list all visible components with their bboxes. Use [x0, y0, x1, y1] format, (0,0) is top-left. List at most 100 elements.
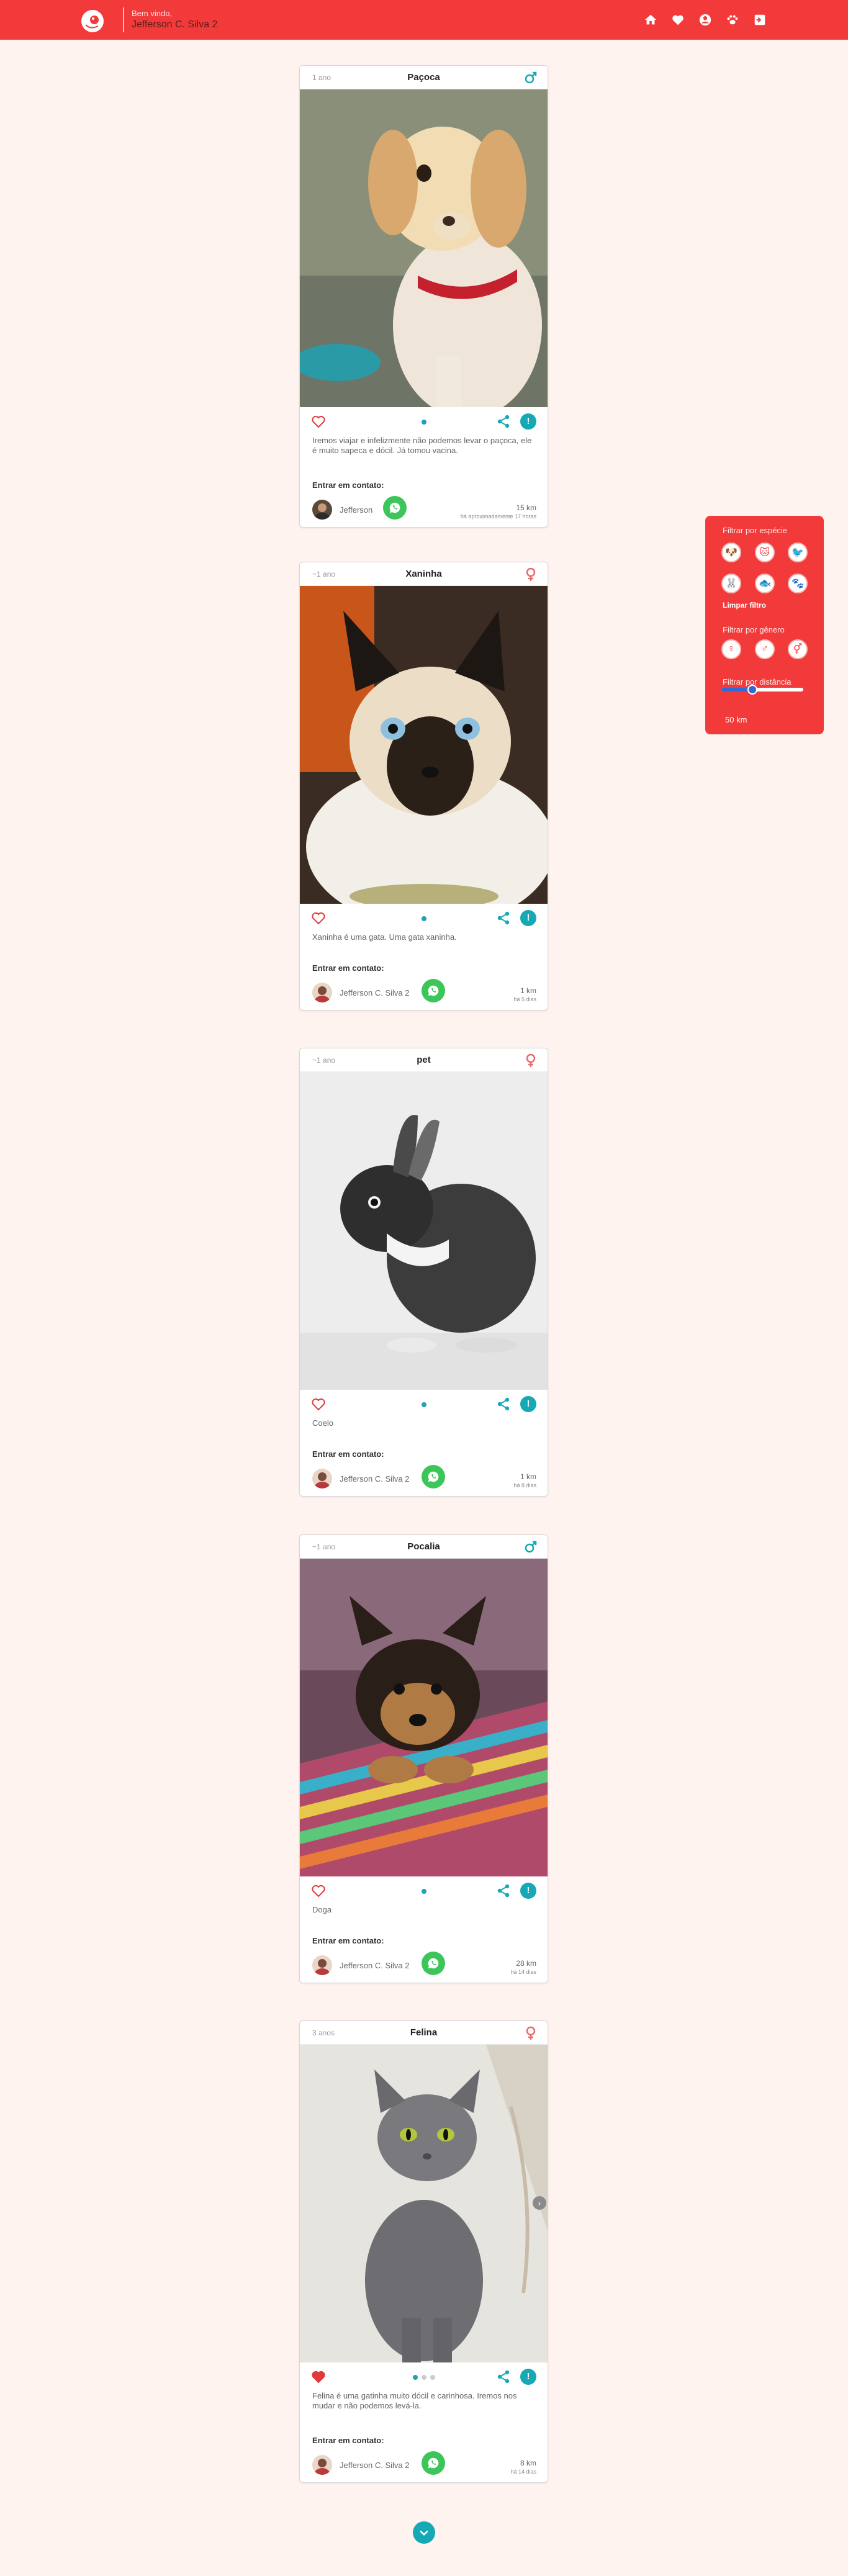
whatsapp-icon	[428, 1958, 439, 1969]
pet-description: Felina é uma gatinha muito dócil e carin…	[312, 2391, 517, 2410]
whatsapp-icon	[389, 502, 400, 513]
card-actions: !	[300, 1390, 548, 1418]
carousel-dot[interactable]	[421, 1402, 426, 1407]
both-genders-icon[interactable]: ⚥	[788, 639, 808, 659]
card-header: 3 anos Felina	[300, 2021, 548, 2045]
owner-name: Jefferson C. Silva 2	[340, 2461, 410, 2470]
share-icon[interactable]	[495, 1396, 512, 1412]
carousel-dot[interactable]	[412, 2375, 418, 2380]
whatsapp-button[interactable]	[422, 1952, 445, 1975]
female-icon[interactable]: ♀	[721, 639, 741, 659]
dog-photo	[300, 89, 548, 407]
female-icon	[526, 2026, 536, 2040]
pet-name: Paçoca	[407, 72, 440, 83]
pet-photo[interactable]	[300, 89, 548, 407]
info-icon[interactable]: !	[520, 1883, 536, 1899]
clear-filter-button[interactable]: Limpar filtro	[723, 601, 766, 610]
avatar	[312, 1955, 332, 1975]
whatsapp-button[interactable]	[422, 2451, 445, 2475]
pet-name: Felina	[410, 2027, 438, 2038]
fish-icon[interactable]: 🐟	[755, 574, 775, 593]
carousel-dot[interactable]	[421, 2375, 426, 2380]
home-icon[interactable]	[643, 12, 659, 28]
female-icon	[526, 567, 536, 581]
distance: 1 km	[520, 986, 536, 995]
filter-panel: Filtrar por espécie 🐶 🐱 🐦 🐰 🐟 🐾 Limpar f…	[705, 516, 824, 734]
share-icon[interactable]	[495, 2369, 512, 2385]
post-time: há 8 dias	[513, 1482, 536, 1488]
distance-slider[interactable]	[721, 685, 803, 695]
owner-name: Jefferson C. Silva 2	[340, 988, 410, 998]
owner-name: Jefferson C. Silva 2	[340, 1474, 410, 1484]
header-divider	[123, 7, 124, 32]
info-icon[interactable]: !	[520, 2369, 536, 2385]
pet-description: Xaninha é uma gata. Uma gata xaninha.	[312, 932, 457, 942]
username: Jefferson C. Silva 2	[132, 19, 218, 30]
carousel-next-button[interactable]: ›	[533, 2196, 546, 2210]
pet-card: 3 anos Felina › ! Felina é uma gatinha m…	[299, 2020, 548, 2483]
pet-card: ~1 ano pet ! Coelo Entrar em contato: Je…	[299, 1048, 548, 1497]
species-filter-title: Filtrar por espécie	[723, 526, 788, 535]
user-circle-icon[interactable]	[697, 12, 713, 28]
card-header: ~1 ano pet	[300, 1048, 548, 1072]
dog-photo	[300, 1559, 548, 1876]
male-icon	[525, 1541, 537, 1553]
share-icon[interactable]	[495, 413, 512, 430]
post-time: há 14 dias	[510, 1969, 536, 1975]
contact-label: Entrar em contato:	[312, 1936, 384, 1945]
rabbit-photo	[300, 1072, 548, 1390]
info-icon[interactable]: !	[520, 413, 536, 430]
carousel-dot[interactable]	[421, 1889, 426, 1894]
pet-photo[interactable]	[300, 1559, 548, 1876]
logo-icon[interactable]	[78, 6, 107, 34]
distance: 28 km	[516, 1959, 536, 1968]
card-actions: !	[300, 407, 548, 436]
share-icon[interactable]	[495, 1883, 512, 1899]
post-time: há 5 dias	[513, 996, 536, 1002]
whatsapp-button[interactable]	[422, 1465, 445, 1488]
distance: 15 km	[516, 503, 536, 512]
gender-filter-title: Filtrar por gênero	[723, 625, 785, 634]
info-icon[interactable]: !	[520, 910, 536, 926]
carousel-dot[interactable]	[421, 916, 426, 921]
paw-icon[interactable]	[724, 12, 741, 28]
pet-photo[interactable]	[300, 586, 548, 904]
post-time: há 14 dias	[510, 2469, 536, 2475]
pet-description: Doga	[312, 1905, 332, 1914]
carousel-dot[interactable]	[421, 420, 426, 425]
avatar	[312, 983, 332, 1002]
contact-row: Jefferson C. Silva 2 1 km há 8 dias	[300, 1460, 548, 1496]
whatsapp-icon	[428, 2457, 439, 2469]
distance-value: 50 km	[725, 715, 747, 724]
card-header: ~1 ano Pocalia	[300, 1535, 548, 1559]
load-more-button[interactable]	[413, 2521, 435, 2544]
cat-icon[interactable]: 🐱	[755, 543, 775, 562]
rabbit-icon[interactable]: 🐰	[721, 574, 741, 593]
card-actions: !	[300, 904, 548, 932]
slider-handle[interactable]	[747, 685, 758, 695]
carousel-dot[interactable]	[430, 2375, 435, 2380]
info-icon[interactable]: !	[520, 1396, 536, 1412]
dog-icon[interactable]: 🐶	[721, 543, 741, 562]
logout-icon[interactable]	[752, 12, 768, 28]
contact-label: Entrar em contato:	[312, 2436, 384, 2445]
pet-card: 1 ano Paçoca ! Iremos viajar e infelizme…	[299, 65, 548, 528]
pet-photo[interactable]: ›	[300, 2045, 548, 2362]
card-actions: !	[300, 2362, 548, 2391]
male-icon	[525, 71, 537, 84]
top-header: Bem vindo, Jefferson C. Silva 2	[0, 0, 848, 40]
share-icon[interactable]	[495, 910, 512, 926]
avatar	[312, 1469, 332, 1488]
paw-icon[interactable]: 🐾	[788, 574, 808, 593]
bird-icon[interactable]: 🐦	[788, 543, 808, 562]
heart-icon[interactable]	[670, 12, 686, 28]
distance-filter-title: Filtrar por distância	[723, 677, 792, 687]
whatsapp-icon	[428, 1471, 439, 1482]
whatsapp-button[interactable]	[422, 979, 445, 1002]
avatar	[312, 2455, 332, 2475]
pet-photo[interactable]	[300, 1072, 548, 1390]
whatsapp-button[interactable]	[383, 496, 407, 520]
male-icon[interactable]: ♂	[755, 639, 775, 659]
pet-name: Xaninha	[405, 569, 442, 579]
main-nav	[643, 12, 768, 28]
